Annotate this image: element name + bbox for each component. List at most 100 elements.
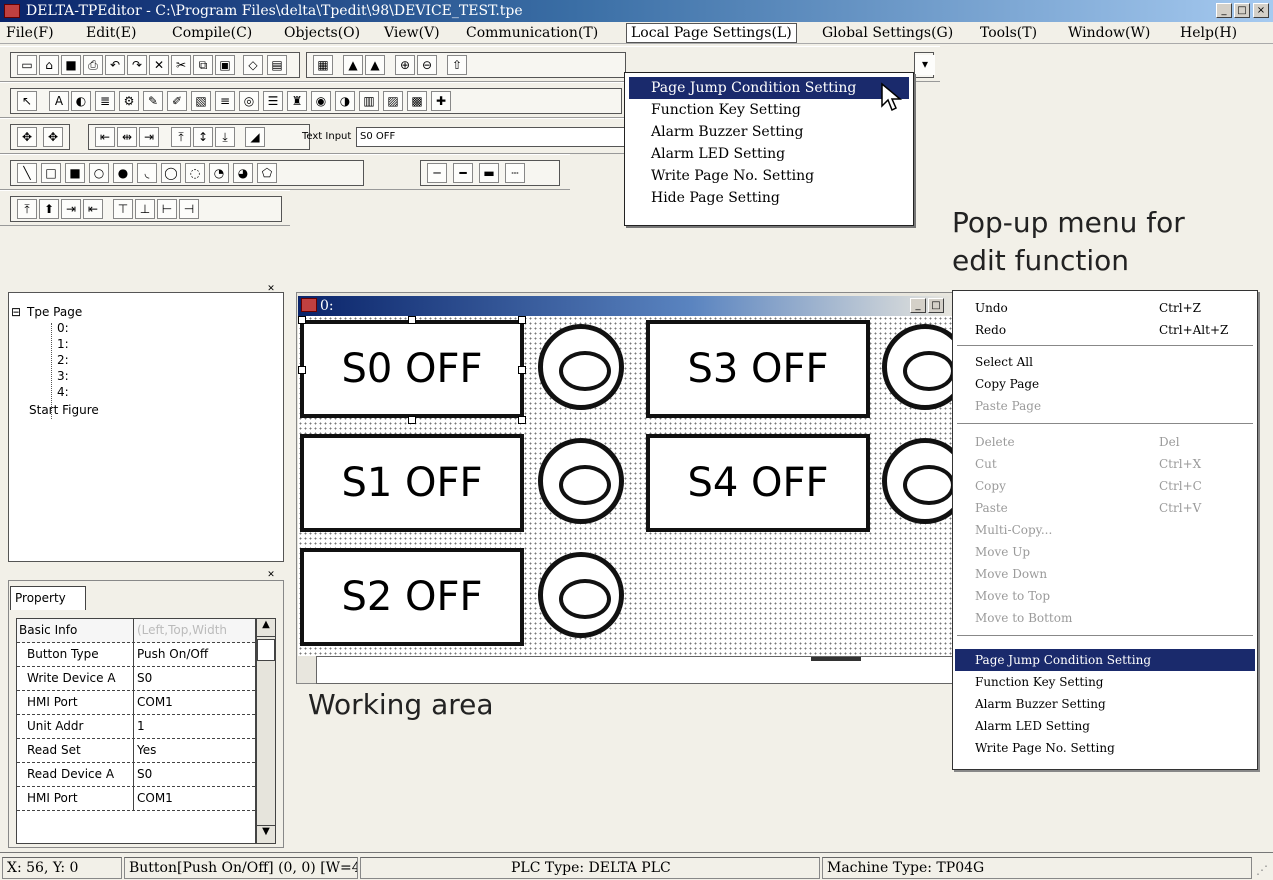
property-row[interactable]: HMI Port COM1 (17, 691, 255, 715)
ctx-item-paste[interactable]: Paste Ctrl+V (955, 497, 1255, 519)
move-icon[interactable]: ✥ (17, 127, 37, 147)
scroll-thumb[interactable] (811, 657, 861, 661)
selection-handle[interactable] (298, 366, 306, 374)
tree-root[interactable]: Tpe Page (27, 305, 82, 319)
group-top-icon[interactable]: ⊤ (113, 199, 133, 219)
group-left-icon[interactable]: ⊢ (157, 199, 177, 219)
ctx-item-multi-copy[interactable]: Multi-Copy... (955, 519, 1255, 541)
meter-object-icon[interactable]: ◐ (71, 91, 91, 111)
property-value[interactable]: Push On/Off (137, 643, 255, 665)
ctx-item-redo[interactable]: Redo Ctrl+Alt+Z (955, 319, 1255, 341)
selection-handle[interactable] (518, 316, 526, 324)
bring-forward-icon[interactable]: ⬆ (39, 199, 59, 219)
hmi-lamp-s0[interactable] (538, 324, 624, 410)
dropdown-item-write-page-no[interactable]: Write Page No. Setting (629, 165, 909, 187)
download-icon[interactable]: ▤ (267, 55, 287, 75)
property-row[interactable]: Write Device A S0 (17, 667, 255, 691)
ctx-item-move-down[interactable]: Move Down (955, 563, 1255, 585)
align-right-icon[interactable]: ⇥ (139, 127, 159, 147)
alarm-object-icon[interactable]: ♜ (287, 91, 307, 111)
cross-object-icon[interactable]: ✚ (431, 91, 451, 111)
new-file-icon[interactable]: ▭ (17, 55, 37, 75)
hmi-lamp-s3[interactable] (882, 324, 954, 410)
filled-circle-icon[interactable]: ● (113, 163, 133, 183)
menu-tools[interactable]: Tools(T) (976, 24, 1041, 42)
tree-start-figure[interactable]: Start Figure (29, 403, 99, 417)
transfer-all-icon[interactable]: ▲ (365, 55, 385, 75)
hmi-lamp-s1[interactable] (538, 438, 624, 524)
property-row[interactable]: Read Set Yes (17, 739, 255, 763)
window-object-icon[interactable]: ▥ (359, 91, 379, 111)
tree-page-3[interactable]: 3: (57, 369, 69, 383)
graph-object-icon[interactable]: ✐ (167, 91, 187, 111)
align-top-icon[interactable]: ⤒ (171, 127, 191, 147)
send-back-icon[interactable]: ⇤ (83, 199, 103, 219)
chord-shape-icon[interactable]: ◌ (185, 163, 205, 183)
tree-page-2[interactable]: 2: (57, 353, 69, 367)
property-scrollbar[interactable]: ▲ ▼ (256, 618, 276, 844)
line-dotted-icon[interactable]: ┄ (505, 163, 525, 183)
property-row[interactable]: Read Device A S0 (17, 763, 255, 787)
line-shape-icon[interactable]: ╲ (17, 163, 37, 183)
ctx-item-select-all[interactable]: Select All (955, 351, 1255, 373)
property-panel-close-icon[interactable]: ✕ (262, 570, 280, 580)
animation-object-icon[interactable]: ◉ (311, 91, 331, 111)
dropdown-item-hide-page[interactable]: Hide Page Setting (629, 187, 909, 209)
compile-icon[interactable]: ◇ (243, 55, 263, 75)
ctx-item-paste-page[interactable]: Paste Page (955, 395, 1255, 417)
chevron-down-icon[interactable]: ▾ (915, 55, 935, 75)
align-left-icon[interactable]: ⇤ (95, 127, 115, 147)
bitmap-object-icon[interactable]: ▧ (191, 91, 211, 111)
gauge-object-icon[interactable]: ◎ (239, 91, 259, 111)
property-section-header[interactable]: Basic Info (Left,Top,Width (17, 619, 255, 643)
line-medium-icon[interactable]: ━ (453, 163, 473, 183)
chart-object-icon[interactable]: ▩ (407, 91, 427, 111)
group-bottom-icon[interactable]: ⊥ (135, 199, 155, 219)
menu-help[interactable]: Help(H) (1176, 24, 1241, 42)
move-center-icon[interactable]: ✥ (43, 127, 63, 147)
align-bottom-icon[interactable]: ⤓ (215, 127, 235, 147)
polygon-shape-icon[interactable]: ⬠ (257, 163, 277, 183)
ctx-item-delete[interactable]: Delete Del (955, 431, 1255, 453)
menu-edit[interactable]: Edit(E) (82, 24, 140, 42)
text-input-field[interactable]: S0 OFF (356, 127, 632, 147)
close-button[interactable]: × (1253, 3, 1269, 18)
tab-property[interactable]: Property (10, 586, 86, 610)
ctx-item-alarm-led[interactable]: Alarm LED Setting (955, 715, 1255, 737)
arc-shape-icon[interactable]: ◟ (137, 163, 157, 183)
selection-handle[interactable] (518, 366, 526, 374)
open-file-icon[interactable]: ⌂ (39, 55, 59, 75)
tree-collapse-icon[interactable]: ⊟ (11, 305, 21, 319)
working-area-canvas[interactable]: S0 OFF S3 OFF S1 OFF S4 OFF S2 OFF (298, 316, 954, 656)
line-thin-icon[interactable]: ─ (427, 163, 447, 183)
hmi-button-s1[interactable]: S1 OFF (300, 434, 524, 532)
table-object-icon[interactable]: ☰ (263, 91, 283, 111)
group-right-icon[interactable]: ⊣ (179, 199, 199, 219)
menu-file[interactable]: File(F) (2, 24, 58, 42)
copy-icon[interactable]: ⧉ (193, 55, 213, 75)
menu-communication[interactable]: Communication(T) (462, 24, 602, 42)
transfer-icon[interactable]: ▲ (343, 55, 363, 75)
dropdown-item-alarm-buzzer[interactable]: Alarm Buzzer Setting (629, 121, 909, 143)
dropdown-item-function-key[interactable]: Function Key Setting (629, 99, 909, 121)
hmi-button-s0[interactable]: S0 OFF (300, 320, 524, 418)
property-value[interactable]: Yes (137, 739, 255, 761)
pie-shape-icon[interactable]: ◕ (233, 163, 253, 183)
ctx-item-copy[interactable]: Copy Ctrl+C (955, 475, 1255, 497)
rectangle-shape-icon[interactable]: □ (41, 163, 61, 183)
same-size-icon[interactable]: ◢ (245, 127, 265, 147)
menu-compile[interactable]: Compile(C) (168, 24, 256, 42)
delete-icon[interactable]: ✕ (149, 55, 169, 75)
property-value[interactable]: COM1 (137, 787, 255, 809)
paste-icon[interactable]: ▣ (215, 55, 235, 75)
send-backward-icon[interactable]: ⇥ (61, 199, 81, 219)
hmi-lamp-s2[interactable] (538, 552, 624, 638)
save-icon[interactable]: ■ (61, 55, 81, 75)
menu-objects[interactable]: Objects(O) (280, 24, 364, 42)
ellipse-shape-icon[interactable]: ◯ (161, 163, 181, 183)
property-value[interactable]: S0 (137, 667, 255, 689)
hmi-button-s4[interactable]: S4 OFF (646, 434, 870, 532)
ctx-item-function-key[interactable]: Function Key Setting (955, 671, 1255, 693)
list-object-icon[interactable]: ≡ (215, 91, 235, 111)
ctx-item-page-jump[interactable]: Page Jump Condition Setting (955, 649, 1255, 671)
